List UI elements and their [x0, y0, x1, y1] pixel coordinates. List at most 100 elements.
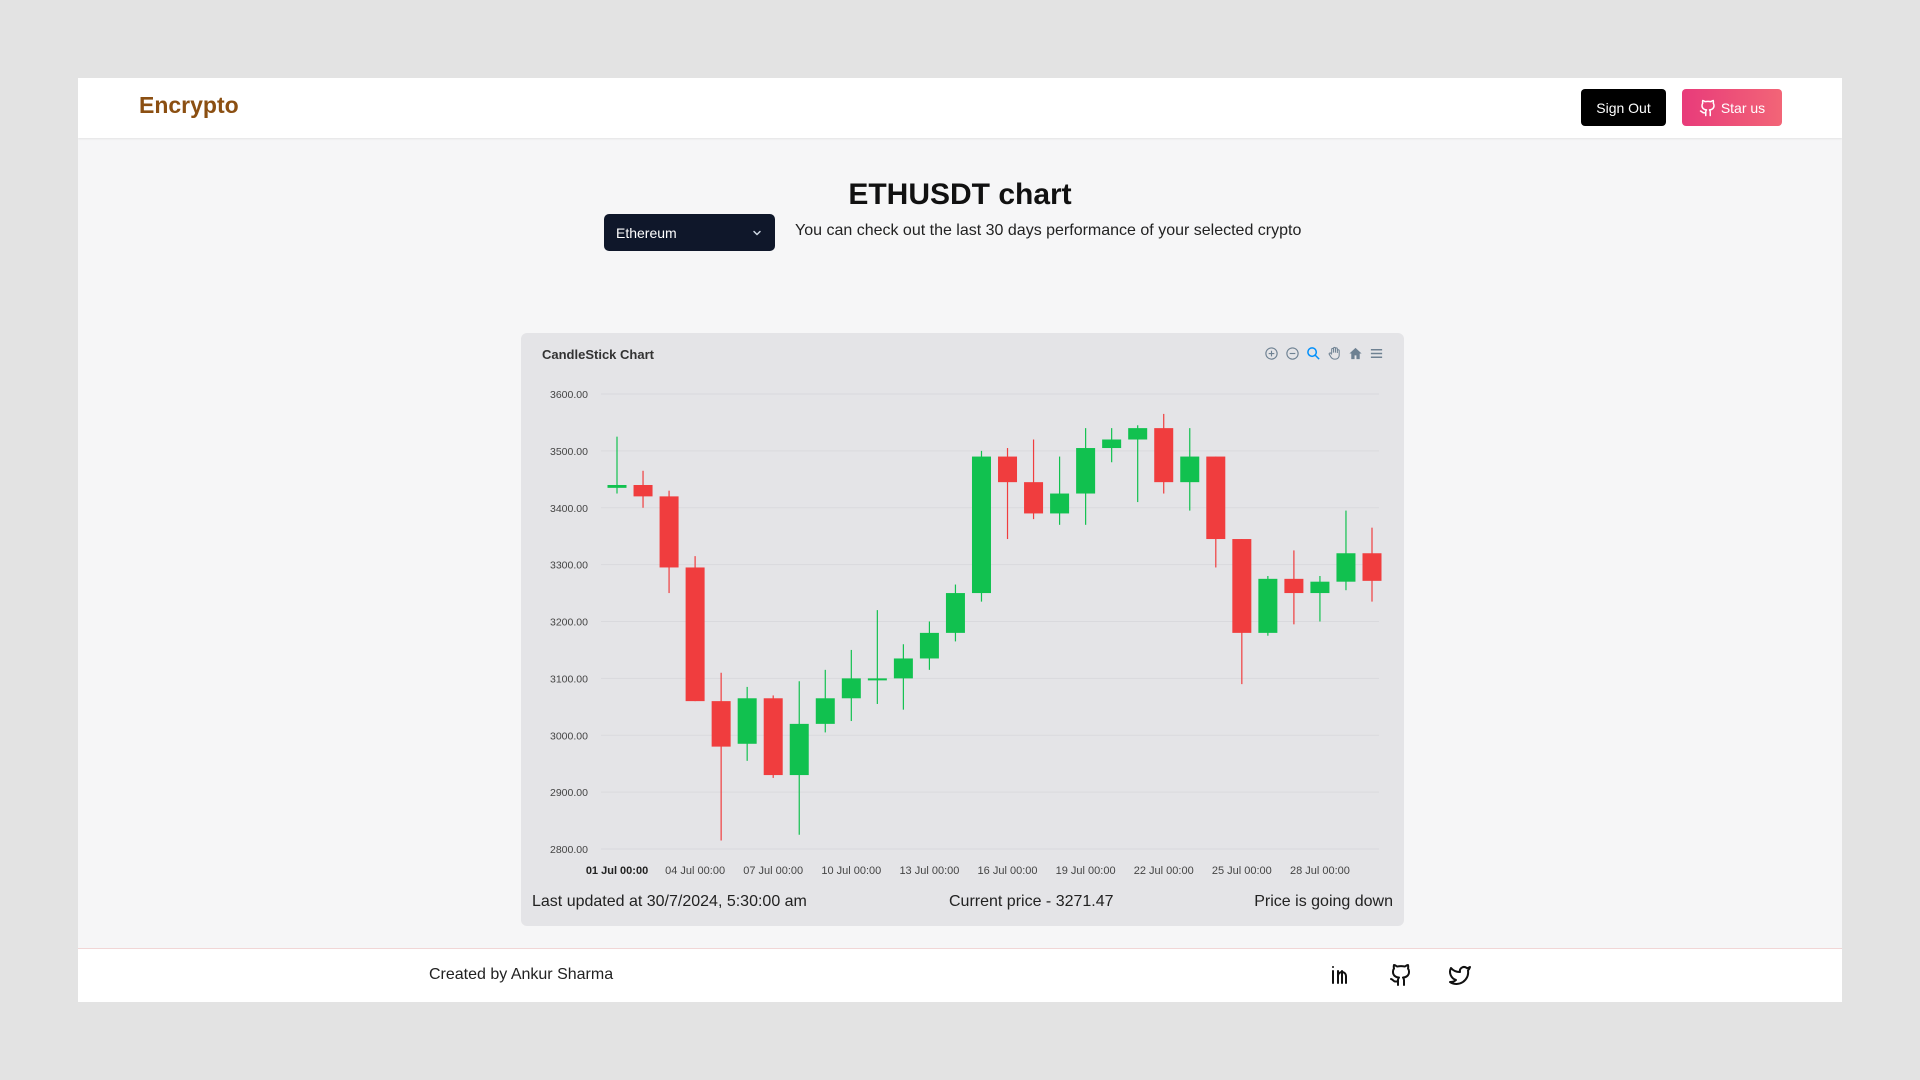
y-tick-label: 2900.00: [550, 787, 588, 799]
menu-icon: [1370, 349, 1383, 358]
linkedin-icon: [1332, 966, 1347, 984]
candle-body: [607, 485, 627, 488]
candle[interactable]: [1232, 539, 1252, 685]
candle-body: [685, 567, 705, 702]
site-footer: Created by Ankur Sharma: [78, 948, 1842, 1002]
y-tick-label: 3600.00: [550, 389, 588, 401]
candle[interactable]: [685, 556, 705, 702]
logo[interactable]: Encrypto: [139, 92, 239, 119]
candle-body: [1154, 428, 1174, 483]
chevron-down-icon: [753, 230, 761, 235]
candle-body: [1128, 428, 1148, 440]
zoom-in-icon: [1265, 347, 1278, 360]
candle[interactable]: [919, 621, 939, 670]
y-tick-label: 3400.00: [550, 503, 588, 515]
last-updated-text: Last updated at 30/7/2024, 5:30:00 am: [532, 893, 807, 910]
candle-body: [841, 678, 861, 699]
linkedin-link[interactable]: [1328, 962, 1354, 988]
candle-body: [867, 678, 887, 681]
candle-body: [971, 456, 991, 594]
chart-menu-button[interactable]: [1368, 345, 1385, 362]
candle-body: [998, 456, 1018, 483]
candle[interactable]: [1258, 576, 1278, 636]
candle[interactable]: [789, 681, 809, 835]
reset-home-icon: [1349, 347, 1362, 360]
footer-credit: Created by Ankur Sharma: [429, 966, 614, 983]
candle[interactable]: [945, 584, 965, 642]
twitter-icon: [1449, 966, 1471, 985]
candle[interactable]: [841, 649, 861, 722]
x-tick-label: 10 Jul 00:00: [821, 865, 881, 877]
y-tick-label: 2800.00: [550, 844, 588, 856]
candle-body: [1180, 456, 1200, 483]
candlestick-chart[interactable]: 3600.00 3500.00 3400.00 3300.00 3200.00 3100.…: [521, 333, 1404, 893]
x-tick-label: 13 Jul 00:00: [899, 865, 959, 877]
crypto-select[interactable]: Ethereum: [604, 214, 775, 251]
candle-body: [815, 698, 835, 724]
y-tick-label: 3100.00: [550, 673, 588, 685]
candle-body: [1284, 578, 1304, 594]
crypto-select-value: Ethereum: [616, 224, 677, 241]
zoom-out-button[interactable]: [1284, 345, 1301, 362]
page-title: ETHUSDT chart: [848, 178, 1072, 211]
page-subtitle: You can check out the last 30 days perfo…: [795, 222, 1302, 239]
candle[interactable]: [971, 450, 991, 602]
candle[interactable]: [659, 490, 679, 594]
github-link[interactable]: [1388, 962, 1414, 988]
y-tick-label: 3200.00: [550, 617, 588, 629]
sign-out-button[interactable]: Sign Out: [1581, 89, 1666, 126]
candle-body: [737, 698, 757, 744]
reset-zoom-button[interactable]: [1347, 345, 1364, 362]
y-tick-label: 3000.00: [550, 730, 588, 742]
candle[interactable]: [1076, 428, 1096, 525]
pan-button[interactable]: [1326, 345, 1343, 362]
y-tick-label: 3300.00: [550, 560, 588, 572]
candle-body: [1206, 456, 1226, 540]
zoom-selection-button[interactable]: [1305, 345, 1322, 362]
twitter-link[interactable]: [1447, 962, 1473, 988]
price-trend-text: Price is going down: [1254, 893, 1393, 910]
candle-body: [1024, 482, 1044, 514]
candle-body: [945, 593, 965, 633]
candle-body: [789, 723, 809, 776]
candle-body: [1050, 493, 1070, 514]
candle[interactable]: [1310, 576, 1330, 622]
candle[interactable]: [633, 470, 653, 508]
candle[interactable]: [1154, 413, 1174, 494]
x-tick-label: 16 Jul 00:00: [978, 865, 1038, 877]
candle[interactable]: [607, 436, 627, 494]
candle-body: [1310, 581, 1330, 594]
candle[interactable]: [1180, 428, 1200, 511]
candle-body: [1362, 553, 1382, 581]
candle[interactable]: [1362, 527, 1382, 602]
chart-toolbar: [1263, 345, 1385, 362]
candle[interactable]: [815, 669, 835, 733]
candle[interactable]: [893, 644, 913, 710]
candle[interactable]: [998, 448, 1018, 540]
x-tick-label: 07 Jul 00:00: [743, 865, 803, 877]
candle[interactable]: [1206, 456, 1226, 568]
candle[interactable]: [737, 686, 757, 761]
candle[interactable]: [867, 610, 887, 704]
navbar: Encrypto Sign Out Star us: [78, 78, 1842, 138]
x-tick-label: 25 Jul 00:00: [1212, 865, 1272, 877]
app-window: Encrypto Sign Out Star us ETHUSDT chart …: [78, 78, 1842, 1002]
candle-body: [633, 485, 653, 497]
candle[interactable]: [1128, 425, 1148, 503]
candle-body: [919, 632, 939, 659]
chart-card: 3600.00 3500.00 3400.00 3300.00 3200.00 3100.…: [521, 333, 1404, 926]
candle[interactable]: [1336, 510, 1356, 591]
candle[interactable]: [711, 672, 731, 841]
zoom-in-button[interactable]: [1263, 345, 1280, 362]
candle-body: [1102, 439, 1122, 449]
candle-body: [659, 496, 679, 568]
candle[interactable]: [1284, 550, 1304, 625]
chart-footer: Last updated at 30/7/2024, 5:30:00 am Cu…: [532, 893, 1393, 915]
chart-title: CandleStick Chart: [542, 347, 654, 362]
candle[interactable]: [1050, 456, 1070, 525]
candle[interactable]: [763, 695, 783, 778]
star-us-button[interactable]: Star us: [1682, 89, 1782, 126]
candle-body: [1336, 553, 1356, 582]
candle[interactable]: [1102, 428, 1122, 463]
candle[interactable]: [1024, 439, 1044, 520]
